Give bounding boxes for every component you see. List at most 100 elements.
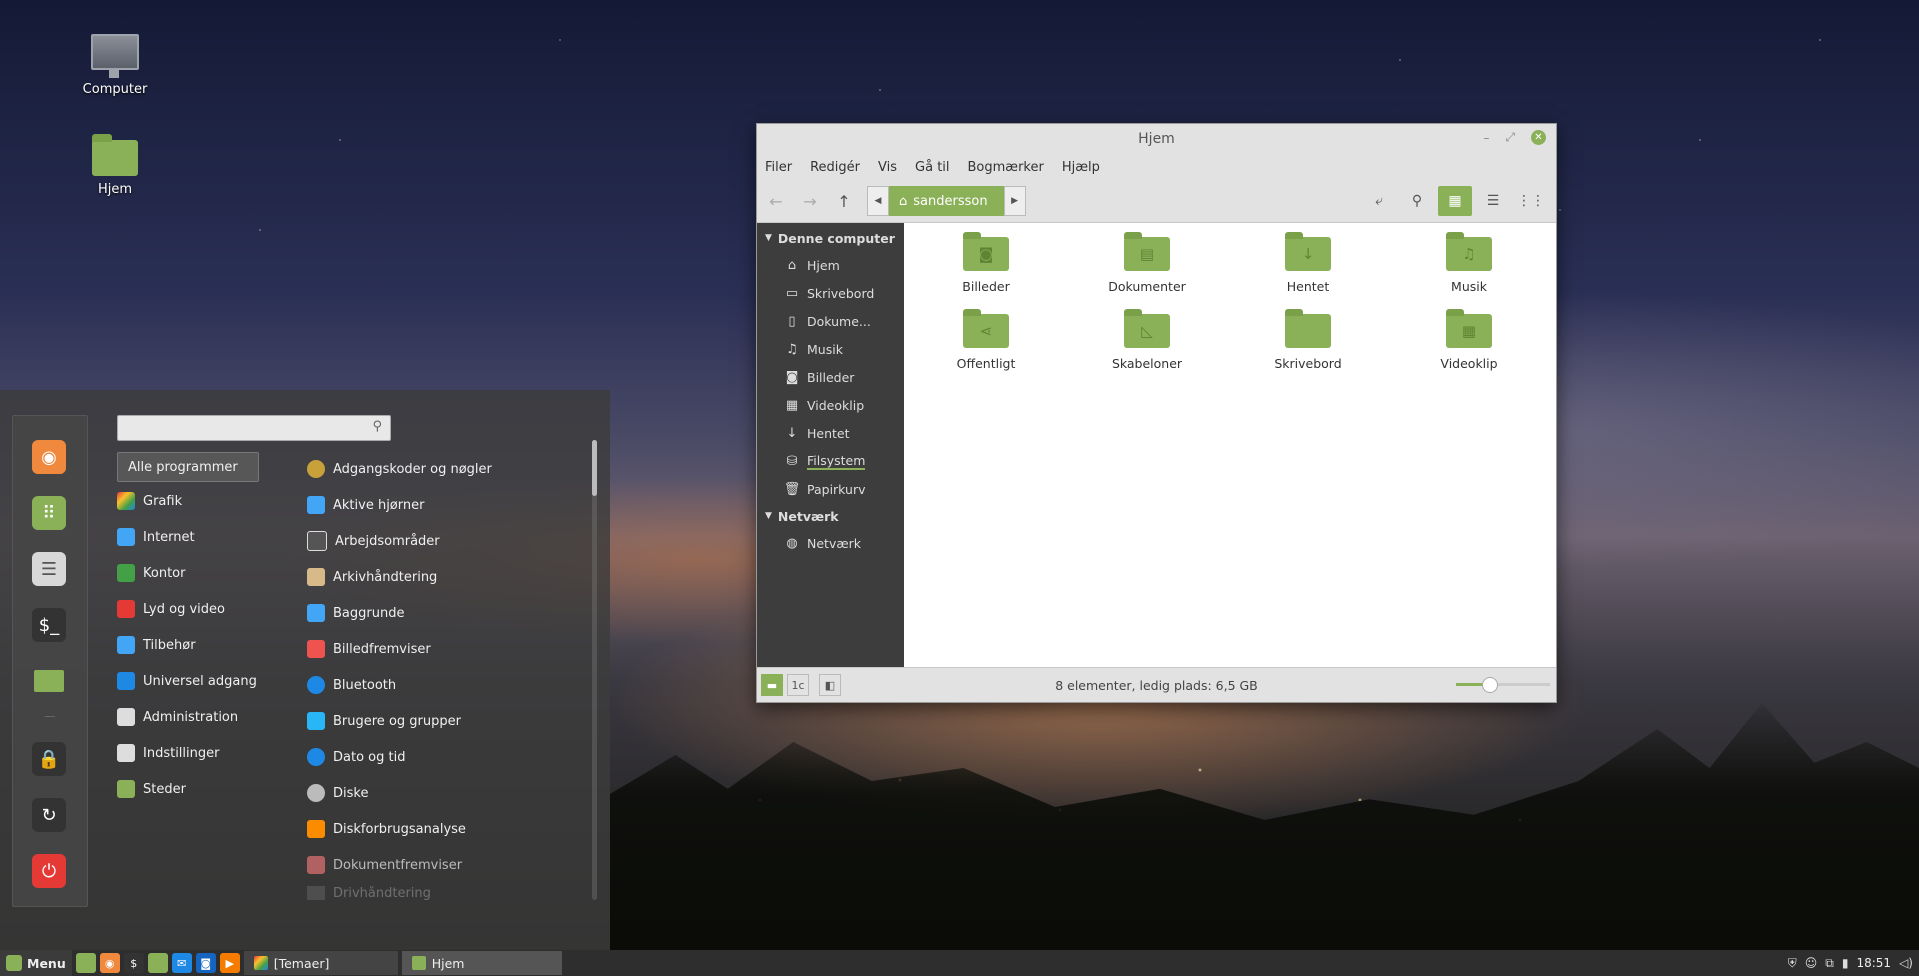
window-titlebar[interactable]: Hjem – ⤢ ✕ [757,124,1556,154]
menu-edit[interactable]: Redigér [810,160,860,175]
file-item-pictures[interactable]: ◙ Billeder [926,232,1046,294]
icon-view-icon[interactable]: ▦ [1438,186,1472,216]
file-item-desktop[interactable]: Skrivebord [1248,309,1368,371]
forward-icon[interactable]: → [793,186,827,216]
menu-scrollbar[interactable] [592,440,597,900]
menu-bookmarks[interactable]: Bogmærker [968,160,1044,175]
up-icon[interactable]: ↑ [827,186,861,216]
breadcrumb-right-icon[interactable]: ▶ [1003,186,1026,216]
sidebar-item-music[interactable]: ♫ Musik [757,335,904,363]
firefox-icon[interactable]: ◉ [32,440,66,474]
app-item[interactable]: Arbejdsområder [307,526,587,556]
sidebar-item-filesystem[interactable]: ⛁ Filsystem [757,447,904,475]
sidebar-item-pictures[interactable]: ◙ Billeder [757,363,904,391]
file-item-templates[interactable]: ◺ Skabeloner [1087,309,1207,371]
media-player-icon[interactable]: ▶ [219,953,240,973]
app-item[interactable]: Diskforbrugsanalyse [307,814,587,844]
app-item[interactable]: Adgangskoder og nøgler [307,454,587,484]
files-icon[interactable] [32,664,66,698]
category-sound-video[interactable]: Lyd og video [117,594,259,624]
app-item[interactable]: Baggrunde [307,598,587,628]
terminal-icon[interactable]: $ [123,953,144,973]
settings-icon[interactable]: ☰ [32,552,66,586]
back-icon[interactable]: ← [759,186,793,216]
clock[interactable]: 18:51 [1856,956,1891,970]
maximize-icon[interactable]: ⤢ [1505,130,1515,145]
user-icon[interactable]: ☺ [1805,956,1818,970]
menu-file[interactable]: Filer [765,160,792,175]
app-item[interactable]: Drivhåndtering [307,886,587,900]
app-item[interactable]: Dokumentfremviser [307,850,587,880]
menu-scrollbar-thumb[interactable] [592,440,597,496]
power-icon[interactable]: ⏻ [32,854,66,888]
category-accessibility[interactable]: Universel adgang [117,666,259,696]
volume-icon[interactable]: ◁) [1899,956,1913,970]
close-icon[interactable]: ✕ [1531,130,1546,145]
category-office[interactable]: Kontor [117,558,259,588]
category-administration[interactable]: Administration [117,702,259,732]
sidebar-item-downloads[interactable]: ↓ Hentet [757,419,904,447]
list-view-icon[interactable]: ☰ [1476,186,1510,216]
sidebar-section-network[interactable]: ▼ Netværk [757,503,904,529]
sidebar-item-trash[interactable]: 🗑 Papirkurv [757,475,904,503]
sidebar-item-label: Videoklip [807,397,865,413]
menu-button[interactable]: Menu [0,950,72,976]
mail-icon[interactable]: ✉ [171,953,192,973]
driver-manager-icon [307,886,325,900]
show-desktop-icon[interactable] [75,953,96,973]
app-item[interactable]: Diske [307,778,587,808]
task-home[interactable]: Hjem [401,951,562,975]
firefox-icon[interactable]: ◉ [99,953,120,973]
app-item[interactable]: Aktive hjørner [307,490,587,520]
file-item-music[interactable]: ♫ Musik [1409,232,1529,294]
network-icon[interactable]: ⧉ [1825,956,1834,971]
file-label: Skabeloner [1111,356,1183,371]
sidebar-item-home[interactable]: ⌂ Hjem [757,251,904,279]
file-item-public[interactable]: ⋖ Offentligt [926,309,1046,371]
files-icon[interactable] [147,953,168,973]
menu-view[interactable]: Vis [878,160,897,175]
battery-icon[interactable]: ▮ [1842,956,1849,970]
desktop-icon-home[interactable]: Hjem [70,134,160,197]
category-internet[interactable]: Internet [117,522,259,552]
category-accessories[interactable]: Tilbehør [117,630,259,660]
camera-icon[interactable]: ◙ [195,953,216,973]
menu-go[interactable]: Gå til [915,160,950,175]
file-item-videos[interactable]: ▦ Videoklip [1409,309,1529,371]
app-item[interactable]: Billedfremviser [307,634,587,664]
menu-help[interactable]: Hjælp [1062,160,1100,175]
sidebar-item-label: Papirkurv [807,481,866,497]
app-item[interactable]: Dato og tid [307,742,587,772]
app-item[interactable]: Bluetooth [307,670,587,700]
compact-view-icon[interactable]: ⋮⋮ [1514,186,1548,216]
sidebar-item-documents[interactable]: ▯ Dokume... [757,307,904,335]
category-settings[interactable]: Indstillinger [117,738,259,768]
sidebar-item-network[interactable]: ◍ Netværk [757,529,904,557]
terminal-icon[interactable]: $_ [32,608,66,642]
app-item[interactable]: Arkivhåndtering [307,562,587,592]
category-places[interactable]: Steder [117,774,259,804]
search-icon[interactable]: ⚲ [1400,186,1434,216]
file-item-documents[interactable]: ▤ Dokumenter [1087,232,1207,294]
file-item-downloads[interactable]: ↓ Hentet [1248,232,1368,294]
lock-icon[interactable]: 🔒 [32,742,66,776]
zoom-slider[interactable] [1456,677,1550,693]
breadcrumb-current[interactable]: ⌂ sandersson [889,186,1004,216]
zoom-slider-handle[interactable] [1481,677,1498,693]
app-item[interactable]: Brugere og grupper [307,706,587,736]
breadcrumb-left-icon[interactable]: ◀ [867,186,889,216]
desktop-icon-computer[interactable]: Computer [70,34,160,97]
logout-icon[interactable]: ↻ [32,798,66,832]
category-all[interactable]: Alle programmer [117,452,259,482]
task-themes[interactable]: [Temaer] [243,951,398,975]
shield-icon[interactable]: ⛨ [1788,956,1797,971]
menu-search[interactable]: ⚲ [117,415,391,441]
sidebar-section-computer[interactable]: ▼ Denne computer [757,225,904,251]
minimize-icon[interactable]: – [1483,131,1489,145]
sidebar-item-desktop[interactable]: ▭ Skrivebord [757,279,904,307]
menu-search-input[interactable] [118,416,360,438]
location-toggle-icon[interactable]: ⤶ [1362,186,1396,216]
sidebar-item-videos[interactable]: ▦ Videoklip [757,391,904,419]
software-manager-icon[interactable]: ⠿ [32,496,66,530]
category-graphics[interactable]: Grafik [117,486,259,516]
